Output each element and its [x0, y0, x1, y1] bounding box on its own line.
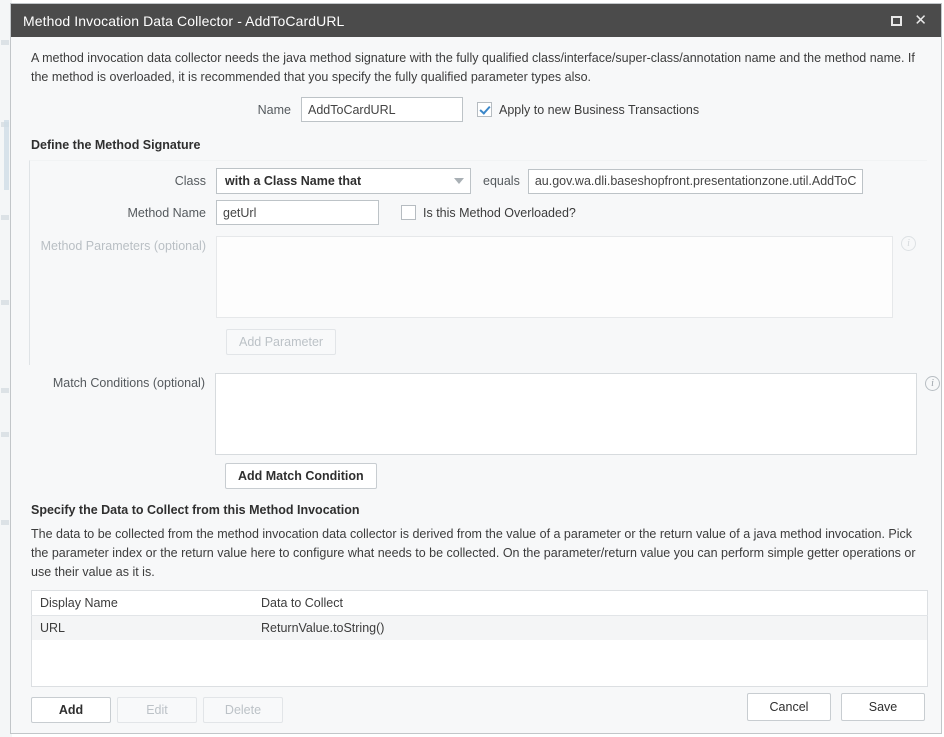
match-conditions-row: Match Conditions (optional) i	[29, 365, 941, 455]
info-icon[interactable]: i	[925, 376, 940, 391]
method-parameters-label: Method Parameters (optional)	[40, 239, 206, 253]
name-label: Name	[257, 102, 291, 117]
close-icon[interactable]: ✕	[914, 13, 927, 28]
checkbox-box[interactable]	[477, 102, 492, 117]
chevron-down-icon	[454, 178, 464, 184]
restore-window-icon[interactable]	[891, 15, 903, 26]
dialog-title: Method Invocation Data Collector - AddTo…	[23, 12, 345, 29]
delete-button[interactable]: Delete	[203, 697, 283, 723]
add-match-condition-button[interactable]: Add Match Condition	[225, 463, 377, 489]
data-collect-table: Display Name Data to Collect URL ReturnV…	[31, 590, 928, 687]
class-match-type-select[interactable]: with a Class Name that	[216, 168, 471, 194]
table-empty-row	[31, 640, 928, 687]
method-overloaded-label: Is this Method Overloaded?	[423, 205, 576, 220]
column-header-data-to-collect: Data to Collect	[253, 590, 928, 616]
edit-button[interactable]: Edit	[117, 697, 197, 723]
table-header-row: Display Name Data to Collect	[31, 590, 928, 616]
class-name-input[interactable]	[527, 168, 863, 194]
add-match-condition-row: Add Match Condition	[11, 455, 941, 489]
class-match-type-value: with a Class Name that	[225, 174, 362, 188]
table-row[interactable]: URL ReturnValue.toString()	[31, 615, 928, 640]
collect-description: The data to be collected from the method…	[31, 527, 916, 579]
intro-text: A method invocation data collector needs…	[31, 51, 915, 84]
dialog-titlebar: Method Invocation Data Collector - AddTo…	[11, 4, 941, 37]
method-name-row: Method Name Is this Method Overloaded?	[30, 197, 927, 228]
checkbox-box[interactable]	[401, 205, 416, 220]
method-name-input[interactable]	[216, 200, 379, 225]
apply-to-new-bt-label: Apply to new Business Transactions	[499, 102, 700, 117]
cell-data-to-collect: ReturnValue.toString()	[253, 615, 928, 640]
class-label: Class	[174, 174, 206, 188]
dialog-body: A method invocation data collector needs…	[11, 37, 941, 733]
class-row: Class with a Class Name that equals	[30, 165, 927, 197]
method-parameters-list[interactable]	[216, 236, 893, 318]
collect-heading: Specify the Data to Collect from this Me…	[31, 503, 360, 517]
column-header-display-name: Display Name	[31, 590, 253, 616]
add-button[interactable]: Add	[31, 697, 111, 723]
method-parameters-row: Method Parameters (optional) i	[30, 228, 927, 321]
add-parameter-button[interactable]: Add Parameter	[226, 329, 337, 355]
window-controls: ✕	[891, 13, 933, 28]
apply-to-new-bt-checkbox[interactable]: Apply to new Business Transactions	[477, 102, 699, 117]
signature-panel: Class with a Class Name that equals Meth…	[29, 160, 927, 365]
add-parameter-row: Add Parameter	[30, 321, 927, 355]
cancel-button[interactable]: Cancel	[747, 693, 831, 721]
method-overloaded-checkbox[interactable]: Is this Method Overloaded?	[401, 205, 576, 220]
cell-display-name: URL	[31, 615, 253, 640]
save-button[interactable]: Save	[841, 693, 925, 721]
dialog-footer: Cancel Save	[747, 693, 925, 721]
method-invocation-dialog: Method Invocation Data Collector - AddTo…	[10, 3, 942, 734]
info-icon[interactable]: i	[901, 236, 916, 251]
match-conditions-list[interactable]	[215, 373, 917, 455]
signature-heading: Define the Method Signature	[31, 138, 201, 152]
name-input[interactable]	[301, 97, 463, 122]
class-operator-label: equals	[483, 174, 520, 188]
match-conditions-label: Match Conditions (optional)	[52, 376, 205, 390]
name-row: Name Apply to new Business Transactions	[11, 91, 941, 134]
method-name-label: Method Name	[127, 205, 206, 220]
